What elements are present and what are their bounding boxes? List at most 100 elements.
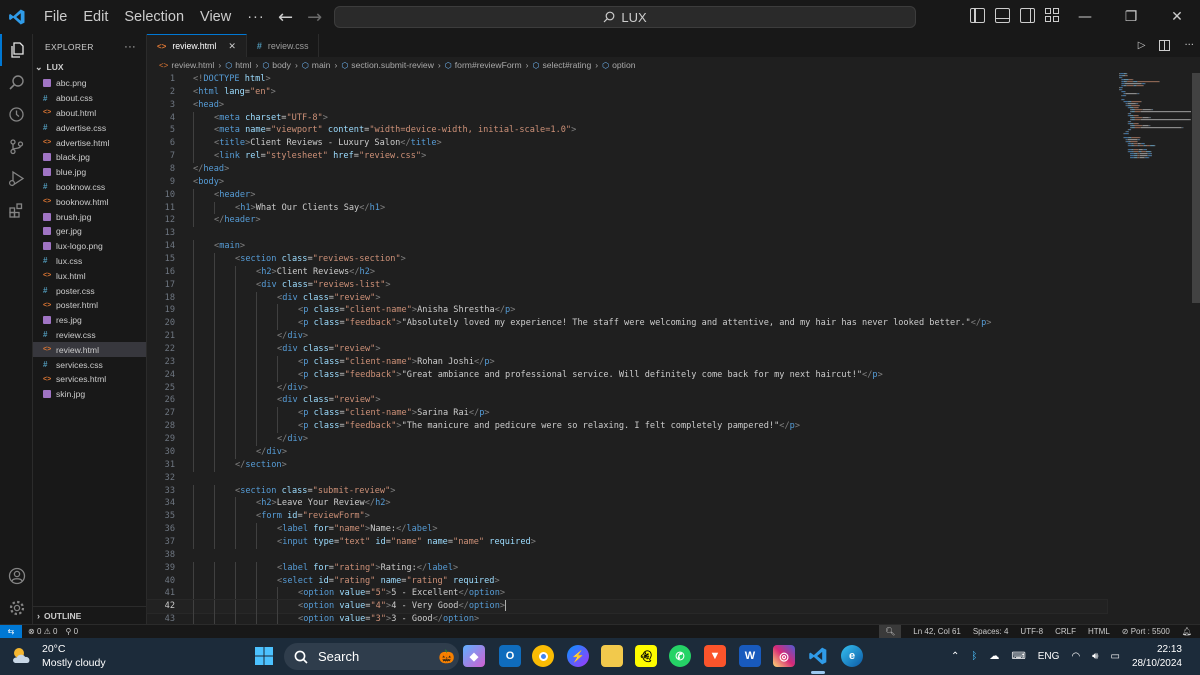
cursor-position[interactable]: Ln 42, Col 61: [913, 627, 961, 636]
instagram-icon[interactable]: ◎: [773, 645, 795, 667]
code-line[interactable]: 4 <meta charset="UTF-8">: [147, 111, 1107, 125]
keyboard-icon[interactable]: ⌨: [1011, 651, 1025, 662]
close-window-icon[interactable]: ✕: [1154, 0, 1200, 34]
brave-icon[interactable]: ▼: [704, 645, 726, 667]
file-item-poster-html[interactable]: <> poster.html: [33, 298, 146, 313]
code-line[interactable]: 28 <p class="feedback">"The manicure and …: [147, 420, 1107, 434]
minimize-icon[interactable]: —: [1062, 0, 1108, 34]
code-line[interactable]: 29 </div>: [147, 433, 1107, 446]
language-mode[interactable]: HTML: [1088, 627, 1110, 636]
code-line[interactable]: 23 <p class="client-name">Rohan Joshi</p>: [147, 355, 1107, 369]
folder-lux[interactable]: ⌄ LUX: [33, 58, 146, 76]
code-line[interactable]: 30 </div>: [147, 445, 1107, 459]
file-item-res-jpg[interactable]: res.jpg: [33, 313, 146, 328]
file-item-about-html[interactable]: <> about.html: [33, 106, 146, 121]
chrome-icon[interactable]: [532, 645, 554, 667]
code-line[interactable]: 18 <div class="review">: [147, 291, 1107, 305]
breadcrumb-item[interactable]: ⬡ select#rating: [533, 60, 592, 70]
extensions-icon[interactable]: [0, 194, 33, 226]
word-icon[interactable]: W: [739, 645, 761, 667]
menu-file[interactable]: File: [36, 0, 75, 34]
breadcrumb-item[interactable]: ⬡ section.submit-review: [341, 60, 434, 70]
file-item-review-html[interactable]: <> review.html: [33, 342, 146, 358]
problems-indicator[interactable]: ⊗ 0 ⚠ 0: [28, 627, 57, 636]
menu-selection[interactable]: Selection: [116, 0, 192, 34]
code-editor[interactable]: 1 <!DOCTYPE html> 2 <html lang="en"> 3 <head>…: [146, 73, 1108, 626]
tab-review-css[interactable]: # review.css: [247, 34, 320, 57]
minimap[interactable]: [1119, 73, 1191, 163]
command-center-search[interactable]: LUX: [334, 6, 916, 28]
code-line[interactable]: 39 <label for="rating">Rating:</label>: [147, 561, 1107, 575]
back-arrow-icon[interactable]: ←: [278, 7, 293, 28]
windows-start-icon[interactable]: [253, 645, 275, 667]
run-debug-icon[interactable]: [0, 162, 33, 194]
outline-section[interactable]: › OUTLINE: [33, 606, 147, 624]
code-line[interactable]: 12 </header>: [147, 214, 1107, 228]
file-item-ger-jpg[interactable]: ger.jpg: [33, 224, 146, 239]
encoding[interactable]: UTF-8: [1020, 627, 1043, 636]
remote-indicator-icon[interactable]: ⇆: [0, 624, 22, 639]
code-line[interactable]: 19 <p class="client-name">Anisha Shrestha…: [147, 304, 1107, 318]
code-line[interactable]: 22 <div class="review">: [147, 343, 1107, 356]
file-item-services-html[interactable]: <> services.html: [33, 372, 146, 387]
vertical-scrollbar[interactable]: [1192, 73, 1200, 303]
code-line[interactable]: 38: [147, 549, 1107, 562]
code-line[interactable]: 31 </section>: [147, 458, 1107, 472]
file-item-lux-html[interactable]: <> lux.html: [33, 268, 146, 283]
breadcrumb-item[interactable]: ⬡ main: [302, 60, 331, 70]
code-line[interactable]: 9 <body>: [147, 176, 1107, 189]
battery-icon[interactable]: ▭: [1110, 651, 1119, 662]
code-line[interactable]: 37 <input type="text" id="name" name="nam…: [147, 535, 1107, 549]
code-line[interactable]: 6 <title>Client Reviews - Luxury Salon</t…: [147, 137, 1107, 151]
messenger-icon[interactable]: ⚡: [567, 645, 589, 667]
bluetooth-icon[interactable]: ᛒ: [971, 651, 977, 662]
copilot-icon[interactable]: ◆: [463, 645, 485, 667]
notifications-bell-icon[interactable]: 🔔︎: [1182, 627, 1192, 636]
weather-widget[interactable]: 20°C Mostly cloudy: [10, 642, 106, 670]
code-line[interactable]: 33 <section class="submit-review">: [147, 484, 1107, 498]
code-line[interactable]: 14 <main>: [147, 240, 1107, 254]
file-explorer-icon[interactable]: [601, 645, 623, 667]
onedrive-icon[interactable]: ☁: [989, 651, 999, 662]
split-editor-icon[interactable]: [1159, 40, 1171, 51]
breadcrumb-item[interactable]: <> review.html: [159, 60, 214, 70]
settings-gear-icon[interactable]: [0, 592, 33, 624]
indentation[interactable]: Spaces: 4: [973, 627, 1009, 636]
file-item-advertise-css[interactable]: # advertise.css: [33, 120, 146, 135]
code-line[interactable]: 17 <div class="reviews-list">: [147, 278, 1107, 292]
file-item-blue-jpg[interactable]: blue.jpg: [33, 165, 146, 180]
menu-edit[interactable]: Edit: [75, 0, 116, 34]
code-line[interactable]: 5 <meta name="viewport" content="width=de…: [147, 124, 1107, 138]
whatsapp-icon[interactable]: ✆: [669, 645, 691, 667]
restore-icon[interactable]: ❐: [1108, 0, 1154, 34]
source-control-icon[interactable]: [0, 130, 33, 162]
code-line[interactable]: 36 <label for="name">Name:</label>: [147, 523, 1107, 536]
customize-layout-icon[interactable]: [1045, 8, 1060, 23]
code-line[interactable]: 27 <p class="client-name">Sarina Rai</p>: [147, 407, 1107, 421]
live-server-port[interactable]: ⊘ Port : 5500: [1122, 627, 1170, 636]
file-item-about-css[interactable]: # about.css: [33, 91, 146, 106]
end-of-line[interactable]: CRLF: [1055, 627, 1076, 636]
close-icon[interactable]: ✕: [228, 41, 236, 52]
timeline-icon[interactable]: [0, 98, 33, 130]
toggle-primary-sidebar-icon[interactable]: [970, 8, 985, 23]
code-line[interactable]: 13: [147, 227, 1107, 240]
search-view-icon[interactable]: [0, 66, 33, 98]
outlook-icon[interactable]: O: [499, 645, 521, 667]
more-actions-icon[interactable]: ···: [1184, 40, 1194, 51]
zoom-icon[interactable]: 🔍︎: [879, 624, 902, 639]
edge-icon[interactable]: e: [841, 645, 863, 667]
code-line[interactable]: 35 <form id="reviewForm">: [147, 510, 1107, 524]
snapchat-icon[interactable]: 👻︎: [635, 645, 657, 667]
breadcrumb-item[interactable]: ⬡ body: [262, 60, 291, 70]
file-item-black-jpg[interactable]: black.jpg: [33, 150, 146, 165]
code-line[interactable]: 34 <h2>Leave Your Review</h2>: [147, 497, 1107, 511]
file-item-booknow-css[interactable]: # booknow.css: [33, 180, 146, 195]
file-item-brush-jpg[interactable]: brush.jpg: [33, 209, 146, 224]
breadcrumb-item[interactable]: ⬡ option: [602, 60, 635, 70]
toggle-secondary-sidebar-icon[interactable]: [1020, 8, 1035, 23]
code-line[interactable]: 1 <!DOCTYPE html>: [147, 73, 1107, 86]
forward-arrow-icon[interactable]: →: [307, 7, 322, 28]
file-item-poster-css[interactable]: # poster.css: [33, 283, 146, 298]
code-line[interactable]: 8 </head>: [147, 163, 1107, 176]
